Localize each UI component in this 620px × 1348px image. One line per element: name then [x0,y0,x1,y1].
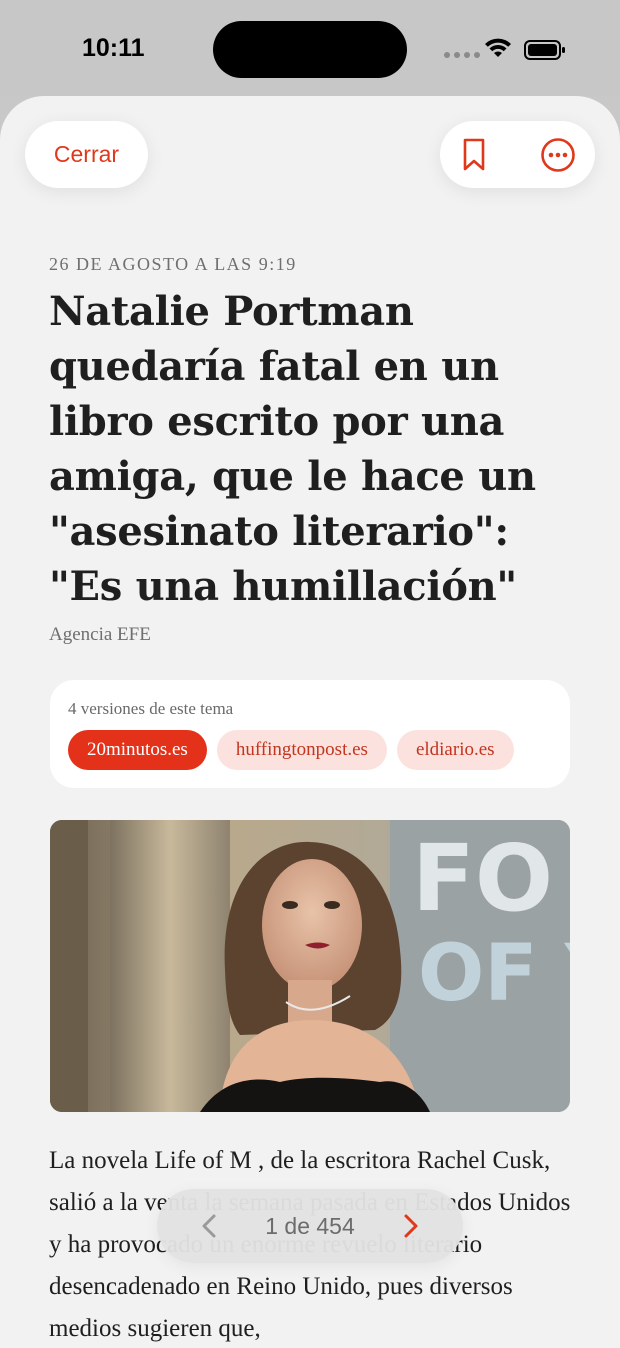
article-sheet: Cerrar 26 DE AGOSTO A LAS 9:19 Natalie P… [0,96,620,1348]
wifi-icon [485,38,511,57]
version-chip-eldiario[interactable]: eldiario.es [396,730,514,770]
bookmark-icon[interactable] [462,138,486,172]
cellular-signal-icon [444,52,480,58]
article-title: Natalie Portman quedaría fatal en un lib… [49,288,536,610]
article-source: Agencia EFE [49,624,151,645]
status-bar: 10:11 [0,0,620,96]
version-chip-20minutos[interactable]: 20minutos.es [68,730,207,770]
versions-chip-list[interactable]: 20minutos.es huffingtonpost.es eldiario.es [68,730,552,772]
chevron-right-icon[interactable] [397,1213,423,1239]
battery-icon [524,40,565,60]
svg-text:OF Y: OF Y [418,929,570,1019]
hero-photo-illustration: FO OF Y [50,820,570,1112]
ellipsis-circle-icon[interactable] [540,137,576,173]
svg-text:FO: FO [412,825,553,932]
close-button[interactable]: Cerrar [25,121,148,188]
version-chip-huffingtonpost[interactable]: huffingtonpost.es [216,730,387,770]
versions-card: 4 versiones de este tema 20minutos.es huf… [50,680,570,788]
status-time: 10:11 [82,34,145,62]
versions-title: 4 versiones de este tema [68,699,234,718]
article-pager: 1 de 454 [157,1189,463,1263]
article-date: 26 DE AGOSTO A LAS 9:19 [49,254,297,274]
article-actions [440,121,595,188]
dynamic-island [213,21,407,78]
article-hero-image: FO OF Y [50,820,570,1112]
chevron-left-icon[interactable] [197,1213,223,1239]
